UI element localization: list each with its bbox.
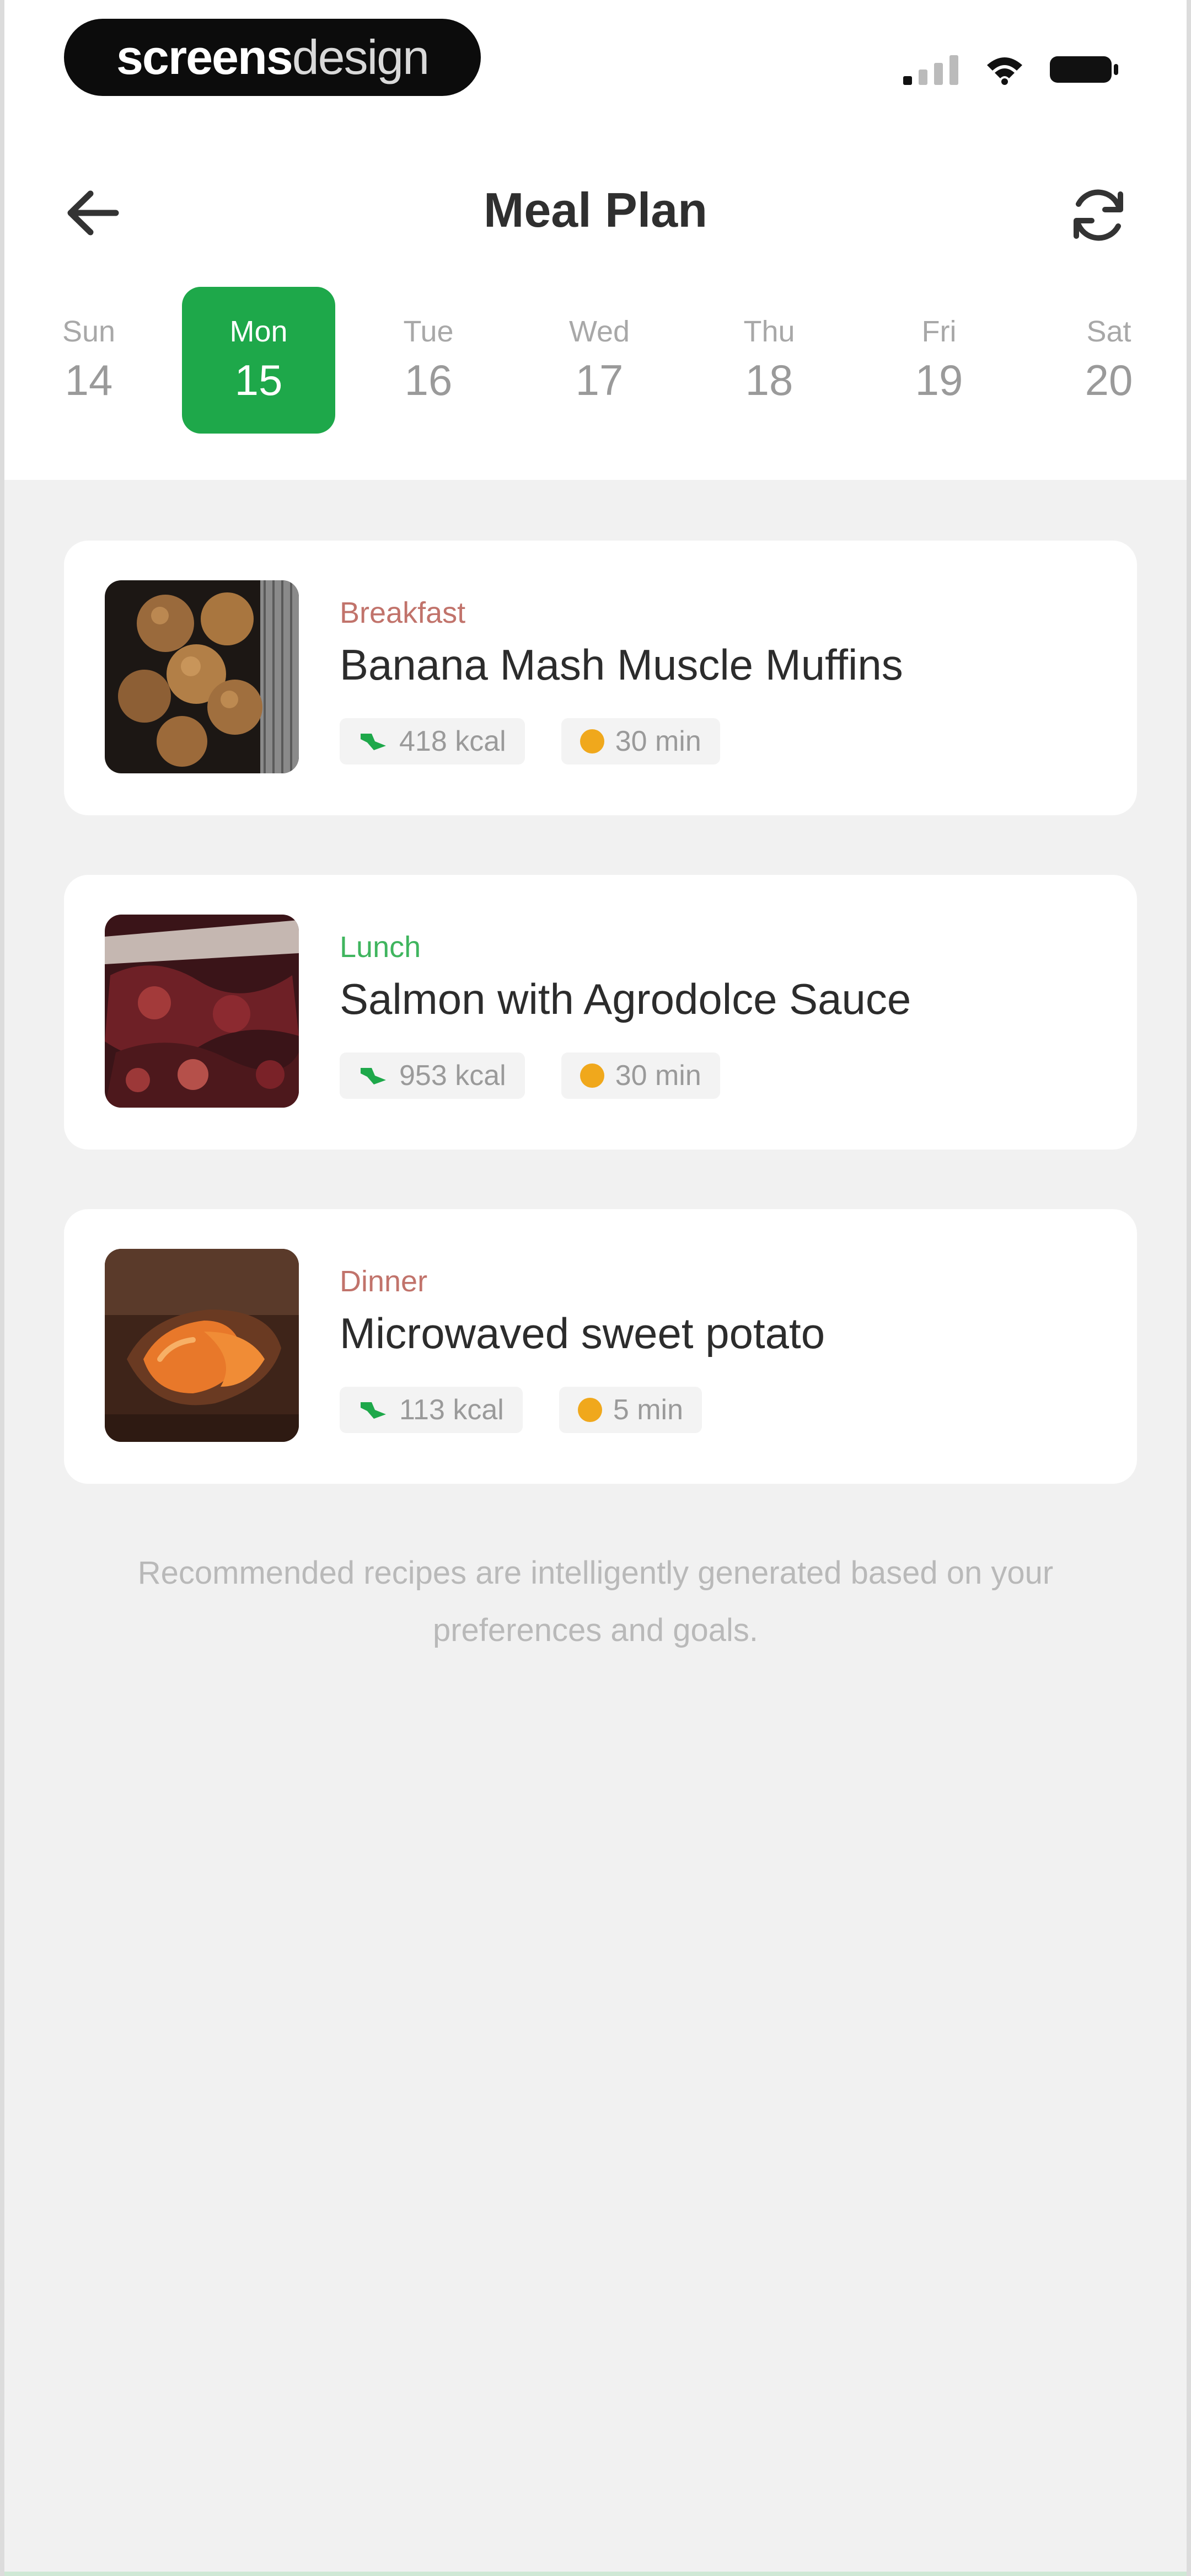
brand-logo: screens design <box>64 19 481 96</box>
meal-type-label: Dinner <box>340 1265 428 1298</box>
calories-chip: 953 kcal <box>340 1052 525 1099</box>
brand-bold-text: screens <box>116 30 293 84</box>
battery-icon <box>1050 56 1118 83</box>
day-name: Sat <box>1086 315 1131 348</box>
meal-stats: 953 kcal 30 min <box>340 1052 720 1099</box>
clock-dot-icon <box>577 1398 602 1422</box>
salmon-photo <box>105 915 299 1108</box>
flame-leaf-icon <box>361 1402 386 1419</box>
meal-stats: 113 kcal 5 min <box>340 1387 702 1433</box>
day-name: Sun <box>62 315 116 348</box>
calories-value: 953 kcal <box>399 1060 506 1092</box>
day-sun[interactable]: Sun 14 <box>12 287 165 434</box>
day-number: 18 <box>745 356 793 404</box>
wifi-icon <box>987 57 1022 85</box>
day-wed[interactable]: Wed 17 <box>523 287 676 434</box>
muffins-photo <box>105 580 299 773</box>
day-tue[interactable]: Tue 16 <box>352 287 505 434</box>
meal-plan-screen: screens design Meal Plan Sun 14 Mon 15 T… <box>0 0 1191 2576</box>
day-number: 17 <box>575 356 624 404</box>
recommendation-footnote: Recommended recipes are intelligently ge… <box>137 1555 1054 1648</box>
time-chip: 30 min <box>561 718 720 765</box>
meal-type-label: Breakfast <box>340 596 466 629</box>
cellular-signal-icon <box>903 55 958 85</box>
time-chip: 5 min <box>559 1387 702 1433</box>
day-name: Wed <box>568 315 630 348</box>
flame-leaf-icon <box>361 734 386 750</box>
day-name: Mon <box>229 315 288 348</box>
day-number: 19 <box>915 356 963 404</box>
calories-value: 113 kcal <box>399 1394 504 1426</box>
day-name: Thu <box>743 315 795 348</box>
refresh-icon <box>1074 189 1123 241</box>
page-title: Meal Plan <box>484 183 707 237</box>
day-name: Fri <box>921 315 957 348</box>
status-icons <box>903 53 1120 86</box>
clock-dot-icon <box>580 1063 604 1088</box>
time-value: 30 min <box>615 1060 701 1092</box>
status-bar: screens design <box>4 0 1187 127</box>
day-number: 20 <box>1085 356 1133 404</box>
meal-name: Banana Mash Muscle Muffins <box>340 640 903 689</box>
refresh-button[interactable] <box>1060 177 1137 254</box>
meal-card-dinner[interactable]: Dinner Microwaved sweet potato 113 kcal … <box>64 1209 1137 1484</box>
time-value: 30 min <box>615 725 701 757</box>
day-thu[interactable]: Thu 18 <box>693 287 846 434</box>
day-sat[interactable]: Sat 20 <box>1032 287 1185 434</box>
bottom-edge <box>4 2572 1187 2576</box>
calories-value: 418 kcal <box>399 725 506 757</box>
meal-card-breakfast[interactable]: Breakfast Banana Mash Muscle Muffins 418… <box>64 541 1137 815</box>
sweet-potato-photo <box>105 1249 299 1442</box>
meal-stats: 418 kcal 30 min <box>340 718 720 765</box>
clock-dot-icon <box>580 729 604 753</box>
day-number: 14 <box>65 356 113 404</box>
calories-chip: 113 kcal <box>340 1387 523 1433</box>
brand-light-text: design <box>292 30 430 84</box>
header: Meal Plan Sun 14 Mon 15 Tue 16 Wed 17 Th… <box>4 127 1187 480</box>
time-chip: 30 min <box>561 1052 720 1099</box>
meal-type-label: Lunch <box>340 931 421 964</box>
time-value: 5 min <box>613 1394 683 1426</box>
meal-card-lunch[interactable]: Lunch Salmon with Agrodolce Sauce 953 kc… <box>64 875 1137 1150</box>
day-number: 16 <box>404 356 453 404</box>
day-fri[interactable]: Fri 19 <box>862 287 1016 434</box>
calories-chip: 418 kcal <box>340 718 525 765</box>
meal-name: Microwaved sweet potato <box>340 1309 825 1358</box>
day-name: Tue <box>403 315 454 348</box>
day-number: 15 <box>234 356 283 404</box>
flame-leaf-icon <box>361 1068 386 1084</box>
meal-name: Salmon with Agrodolce Sauce <box>340 975 911 1023</box>
day-mon-selected[interactable]: Mon 15 <box>182 287 335 434</box>
week-day-selector: Sun 14 Mon 15 Tue 16 Wed 17 Thu 18 Fri 1… <box>4 287 1187 436</box>
